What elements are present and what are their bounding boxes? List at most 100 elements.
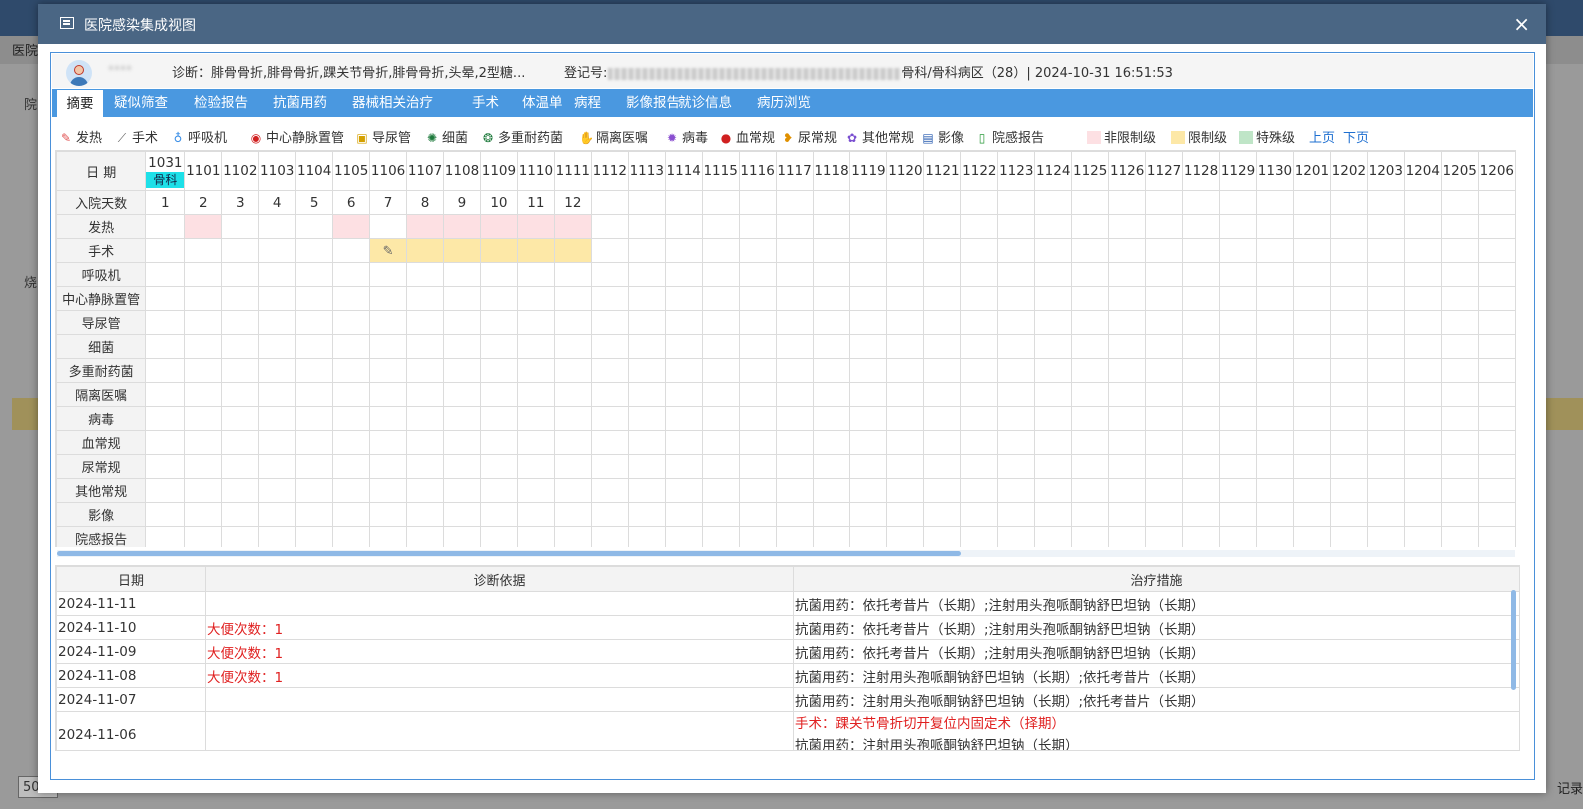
grid-cell[interactable] [443,526,481,547]
grid-cell[interactable] [553,358,592,383]
grid-cell[interactable] [886,310,925,335]
grid-cell[interactable] [369,526,408,547]
legend-item[interactable]: ❥ 尿常规 [781,127,837,146]
grid-cell[interactable] [1440,454,1479,479]
date-cell[interactable]: 1110 [516,151,555,191]
grid-cell[interactable] [332,526,371,547]
grid-cell[interactable] [664,406,703,431]
grid-cell[interactable] [258,454,297,479]
grid-cell[interactable] [258,430,297,455]
grid-cell[interactable] [886,214,925,239]
grid-cell[interactable] [332,262,371,287]
grid-cell[interactable] [1182,358,1221,383]
grid-cell[interactable] [1366,478,1405,503]
grid-cell[interactable] [1145,262,1184,287]
grid-cell[interactable] [1034,526,1073,547]
grid-cell[interactable] [997,286,1036,311]
grid-cell[interactable] [590,430,629,455]
table-row[interactable]: 2024-11-08 大便次数：1 抗菌用药：注射用头孢哌酮钠舒巴坦钠（长期）;依托… [56,663,1519,688]
grid-cell[interactable] [738,502,777,527]
date-cell[interactable]: 1119 [849,151,888,191]
grid-cell[interactable] [369,286,408,311]
grid-cell[interactable] [516,286,555,311]
grid-cell[interactable] [221,286,260,311]
grid-cell[interactable] [1292,478,1331,503]
grid-cell[interactable] [1034,262,1073,287]
grid-cell[interactable] [960,382,999,407]
grid-cell[interactable] [145,382,186,407]
grid-cell[interactable] [221,526,260,547]
grid-cell[interactable] [516,358,555,383]
grid-cell[interactable] [627,526,666,547]
grid-cell[interactable] [295,430,334,455]
grid-cell[interactable] [590,406,629,431]
date-cell[interactable]: 1129 [1219,151,1257,191]
grid-cell[interactable] [406,478,444,503]
date-cell[interactable]: 1116 [738,151,777,191]
grid-cell[interactable] [923,358,962,383]
grid-cell[interactable] [849,214,888,239]
grid-cell[interactable] [221,406,260,431]
grid-cell[interactable] [590,502,629,527]
grid-cell[interactable] [1329,478,1368,503]
grid-cell[interactable] [479,502,518,527]
grid-cell[interactable] [1292,382,1331,407]
grid-cell[interactable] [1440,286,1479,311]
grid-cell[interactable] [443,478,481,503]
grid-cell[interactable] [332,406,371,431]
grid-cell[interactable] [1329,502,1368,527]
grid-cell[interactable] [479,238,518,263]
grid-cell[interactable] [812,430,851,455]
grid-cell[interactable] [258,286,297,311]
date-cell[interactable]: 1113 [627,151,666,191]
grid-cell[interactable] [1182,502,1221,527]
grid-cell[interactable] [775,478,814,503]
grid-cell[interactable] [1403,334,1442,359]
grid-cell[interactable] [332,238,371,263]
grid-cell[interactable] [443,502,481,527]
date-cell[interactable]: 1107 [406,151,444,191]
grid-cell[interactable] [1182,526,1221,547]
grid-cell[interactable] [1292,358,1331,383]
grid-cell[interactable] [738,286,777,311]
grid-cell[interactable] [1255,334,1294,359]
grid-cell[interactable] [1329,382,1368,407]
date-cell[interactable]: 1031 骨科 [145,151,186,191]
grid-cell[interactable] [1145,526,1184,547]
date-cell[interactable]: 1102 [221,151,260,191]
grid-cell[interactable] [295,310,334,335]
grid-cell[interactable] [627,262,666,287]
horizontal-scrollbar[interactable] [57,550,1515,557]
grid-cell[interactable] [145,526,186,547]
grid-cell[interactable] [553,238,592,263]
grid-cell[interactable] [553,262,592,287]
tab-3[interactable]: 抗菌用药 [273,89,327,117]
grid-cell[interactable] [664,502,703,527]
legend-item[interactable]: ● 血常规 [719,127,775,146]
grid-cell[interactable] [886,502,925,527]
grid-cell[interactable] [184,310,223,335]
grid-cell[interactable] [1292,262,1331,287]
grid-cell[interactable] [1440,238,1479,263]
grid-cell[interactable] [1440,502,1479,527]
grid-cell[interactable] [369,358,408,383]
grid-cell[interactable] [1219,310,1257,335]
grid-cell[interactable] [258,526,297,547]
grid-cell[interactable] [443,406,481,431]
grid-cell[interactable] [738,214,777,239]
grid-cell[interactable] [295,478,334,503]
grid-cell[interactable] [1292,214,1331,239]
grid-cell[interactable] [849,238,888,263]
close-button[interactable]: × [1513,12,1530,36]
grid-cell[interactable] [295,406,334,431]
grid-cell[interactable] [701,334,740,359]
grid-cell[interactable] [738,238,777,263]
grid-cell[interactable] [960,454,999,479]
grid-cell[interactable] [1440,262,1479,287]
grid-cell[interactable] [701,382,740,407]
grid-cell[interactable] [1182,310,1221,335]
grid-cell[interactable] [1108,334,1147,359]
grid-cell[interactable] [1108,214,1147,239]
grid-cell[interactable] [1440,334,1479,359]
date-cell[interactable]: 1123 [997,151,1036,191]
